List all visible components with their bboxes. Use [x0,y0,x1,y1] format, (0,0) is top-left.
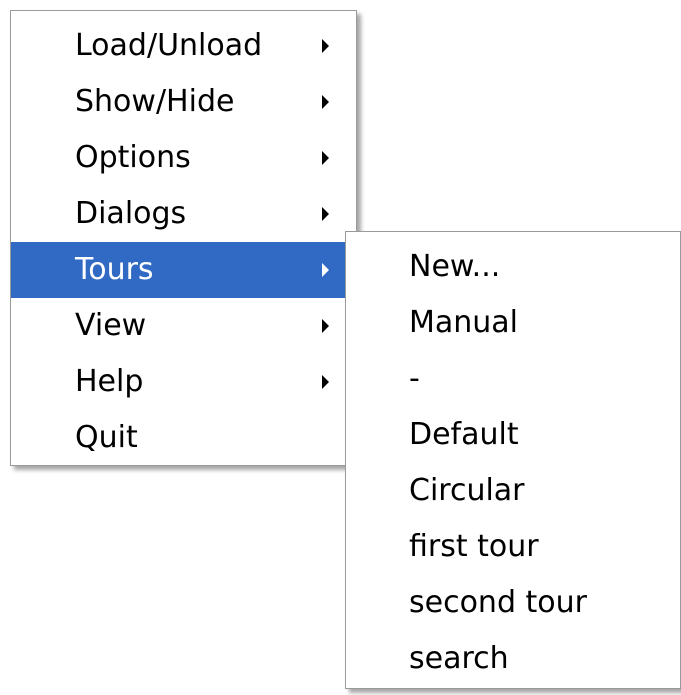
menu-item-load-unload[interactable]: Load/Unload [11,18,356,74]
submenu-item-second-tour[interactable]: second tour [346,575,680,631]
submenu-arrow-icon [322,39,329,53]
menu-item-dialogs[interactable]: Dialogs [11,186,356,242]
submenu-item-label: Circular [409,473,525,508]
submenu-item-separator[interactable]: - [346,351,680,407]
submenu-item-label: search [409,641,509,676]
submenu-item-first-tour[interactable]: first tour [346,519,680,575]
submenu-item-label: first tour [409,529,539,564]
submenu-item-label: - [409,361,420,396]
submenu-item-manual[interactable]: Manual [346,295,680,351]
menu-item-label: Options [75,140,191,175]
menu-item-options[interactable]: Options [11,130,356,186]
submenu-item-label: Default [409,417,519,452]
context-menu: Load/Unload Show/Hide Options Dialogs To… [10,10,357,466]
submenu-item-circular[interactable]: Circular [346,463,680,519]
submenu-item-label: second tour [409,585,587,620]
menu-item-label: Load/Unload [75,28,263,63]
submenu-item-new[interactable]: New... [346,239,680,295]
menu-item-view[interactable]: View [11,298,356,354]
submenu-arrow-icon [322,319,329,333]
submenu-arrow-icon [322,207,329,221]
menu-item-show-hide[interactable]: Show/Hide [11,74,356,130]
menu-item-tours[interactable]: Tours [11,242,356,298]
submenu-arrow-icon [322,95,329,109]
screen: Load/Unload Show/Hide Options Dialogs To… [0,0,681,695]
submenu-arrow-icon [322,263,329,277]
menu-item-label: Help [75,364,144,399]
menu-item-label: Quit [75,420,138,455]
menu-item-label: Dialogs [75,196,187,231]
submenu-arrow-icon [322,151,329,165]
submenu-arrow-icon [322,375,329,389]
menu-item-label: View [75,308,147,343]
submenu-item-label: Manual [409,305,519,340]
menu-item-quit[interactable]: Quit [11,410,356,466]
menu-item-help[interactable]: Help [11,354,356,410]
menu-item-label: Tours [75,252,154,287]
submenu-item-search[interactable]: search [346,631,680,687]
submenu-item-label: New... [409,249,501,284]
tours-submenu: New... Manual - Default Circular first t… [345,231,681,689]
menu-item-label: Show/Hide [75,84,235,119]
submenu-item-default[interactable]: Default [346,407,680,463]
